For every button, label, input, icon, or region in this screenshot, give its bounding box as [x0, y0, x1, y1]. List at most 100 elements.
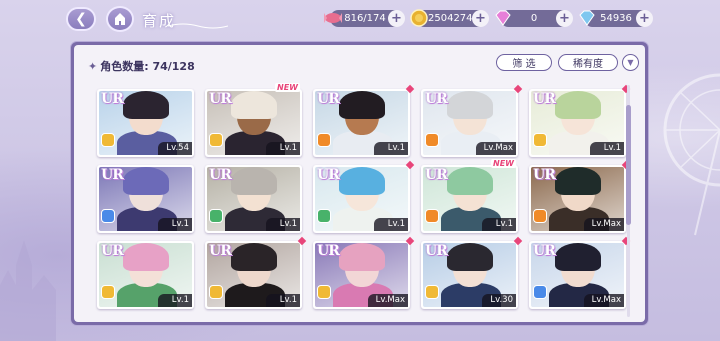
level-label: Lv.1 — [266, 142, 300, 155]
level-label: Lv.Max — [367, 294, 408, 307]
add-gold-button[interactable]: + — [472, 10, 489, 27]
new-badge: NEW — [275, 83, 300, 92]
element-attribute-icon — [425, 285, 439, 299]
pink-gem-counter: 0 + — [495, 10, 573, 27]
element-attribute-icon — [533, 133, 547, 147]
element-attribute-icon — [425, 209, 439, 223]
rarity-badge: UR — [209, 91, 232, 107]
character-card[interactable]: UR Lv.Max — [421, 84, 523, 157]
element-attribute-icon — [533, 209, 547, 223]
level-label: Lv.30 — [482, 294, 516, 307]
add-diamond-button[interactable]: + — [636, 10, 653, 27]
blue-diamond-icon — [579, 10, 595, 26]
character-hair — [555, 91, 601, 119]
character-hair — [447, 167, 493, 195]
level-label: Lv.1 — [266, 218, 300, 231]
rarity-badge: UR — [101, 243, 124, 259]
level-label: Lv.1 — [266, 294, 300, 307]
character-hair — [447, 91, 493, 119]
sort-order-toggle[interactable]: ▼ — [622, 54, 639, 71]
character-hair — [231, 243, 277, 271]
element-attribute-icon — [317, 133, 331, 147]
chevron-down-icon: ▼ — [627, 58, 634, 67]
gold-coin-icon — [410, 9, 428, 27]
character-hair — [339, 243, 385, 271]
character-hair — [123, 167, 169, 195]
element-attribute-icon — [101, 133, 115, 147]
character-card[interactable]: UR Lv.1 — [97, 165, 194, 233]
filter-button[interactable]: 筛 选 — [496, 54, 552, 71]
element-attribute-icon — [533, 285, 547, 299]
character-hair — [231, 167, 277, 195]
character-card[interactable]: UR Lv.Max — [529, 236, 631, 309]
rarity-badge: UR — [209, 243, 232, 259]
character-card[interactable]: UR Lv.54 — [97, 89, 194, 157]
character-card[interactable]: UR Lv.1 — [205, 236, 307, 309]
character-card[interactable]: UR Lv.Max — [313, 236, 415, 309]
add-pink-gem-button[interactable]: + — [556, 10, 573, 27]
character-card[interactable]: UR Lv.1 NEW — [421, 159, 518, 233]
rarity-badge: UR — [101, 167, 124, 183]
element-attribute-icon — [209, 209, 223, 223]
character-count-text: 角色数量: 74/128 — [100, 60, 195, 73]
rarity-badge: UR — [533, 167, 556, 183]
character-grid: UR Lv.54 UR Lv.1 NEW UR Lv.1 UR Lv.Max UR Lv.1 UR Lv… — [97, 83, 631, 322]
rarity-badge: UR — [533, 91, 556, 107]
character-hair — [447, 243, 493, 271]
character-hair — [339, 167, 385, 195]
character-card[interactable]: UR Lv.1 — [97, 241, 194, 309]
diamond-counter: 54936 + — [579, 10, 653, 27]
rarity-badge: UR — [101, 91, 124, 107]
sort-rarity-button[interactable]: 稀有度 — [558, 54, 618, 71]
gold-counter: 25042740 + — [410, 9, 489, 27]
rarity-badge: UR — [209, 167, 232, 183]
new-badge: NEW — [491, 159, 516, 168]
element-attribute-icon — [101, 285, 115, 299]
character-count: ✦ 角色数量: 74/128 — [88, 58, 195, 74]
rarity-badge: UR — [317, 167, 340, 183]
sparkle-icon: ✦ — [88, 60, 98, 73]
scrollbar-thumb[interactable] — [626, 105, 631, 225]
character-hair — [555, 167, 601, 195]
character-panel-inner: ✦ 角色数量: 74/128 筛 选 稀有度 ▼ UR Lv.54 UR Lv.1 NEW… — [74, 45, 645, 322]
level-label: Lv.1 — [158, 218, 192, 231]
level-label: Lv.1 — [374, 218, 408, 231]
stamina-counter: 816/174 + — [324, 10, 405, 27]
rarity-badge: UR — [425, 167, 448, 183]
element-attribute-icon — [209, 285, 223, 299]
character-card[interactable]: UR Lv.1 — [205, 165, 302, 233]
pink-gem-icon — [495, 10, 511, 26]
add-stamina-button[interactable]: + — [388, 10, 405, 27]
element-attribute-icon — [317, 209, 331, 223]
title-ribbon-decoration — [168, 23, 228, 29]
character-card[interactable]: UR Lv.30 — [421, 236, 523, 309]
back-button[interactable]: ❮ — [66, 7, 96, 31]
rarity-badge: UR — [425, 91, 448, 107]
rarity-badge: UR — [317, 243, 340, 259]
element-attribute-icon — [425, 133, 439, 147]
element-attribute-icon — [101, 209, 115, 223]
rarity-badge: UR — [425, 243, 448, 259]
back-arrow-icon: ❮ — [75, 11, 87, 27]
character-card[interactable]: UR Lv.1 — [529, 84, 631, 157]
level-label: Lv.54 — [158, 142, 192, 155]
top-bar: ❮ 育成 816/174 + 25042740 + 0 + 54936 + — [0, 0, 720, 38]
character-card[interactable]: UR Lv.Max — [529, 160, 631, 233]
element-attribute-icon — [317, 285, 331, 299]
character-hair — [231, 91, 277, 119]
character-card[interactable]: UR Lv.1 — [313, 160, 415, 233]
rarity-badge: UR — [317, 91, 340, 107]
rarity-badge: UR — [533, 243, 556, 259]
element-attribute-icon — [209, 133, 223, 147]
level-label: Lv.1 — [158, 294, 192, 307]
castle-home-icon — [115, 13, 125, 25]
candy-stamina-icon — [324, 13, 342, 23]
character-card[interactable]: UR Lv.1 NEW — [205, 83, 302, 157]
character-panel: ✦ 角色数量: 74/128 筛 选 稀有度 ▼ UR Lv.54 UR Lv.1 NEW… — [71, 42, 648, 325]
level-label: Lv.Max — [583, 218, 624, 231]
home-button[interactable] — [106, 6, 134, 32]
level-label: Lv.Max — [583, 294, 624, 307]
character-hair — [339, 91, 385, 119]
character-card[interactable]: UR Lv.1 — [313, 84, 415, 157]
level-label: Lv.1 — [482, 218, 516, 231]
